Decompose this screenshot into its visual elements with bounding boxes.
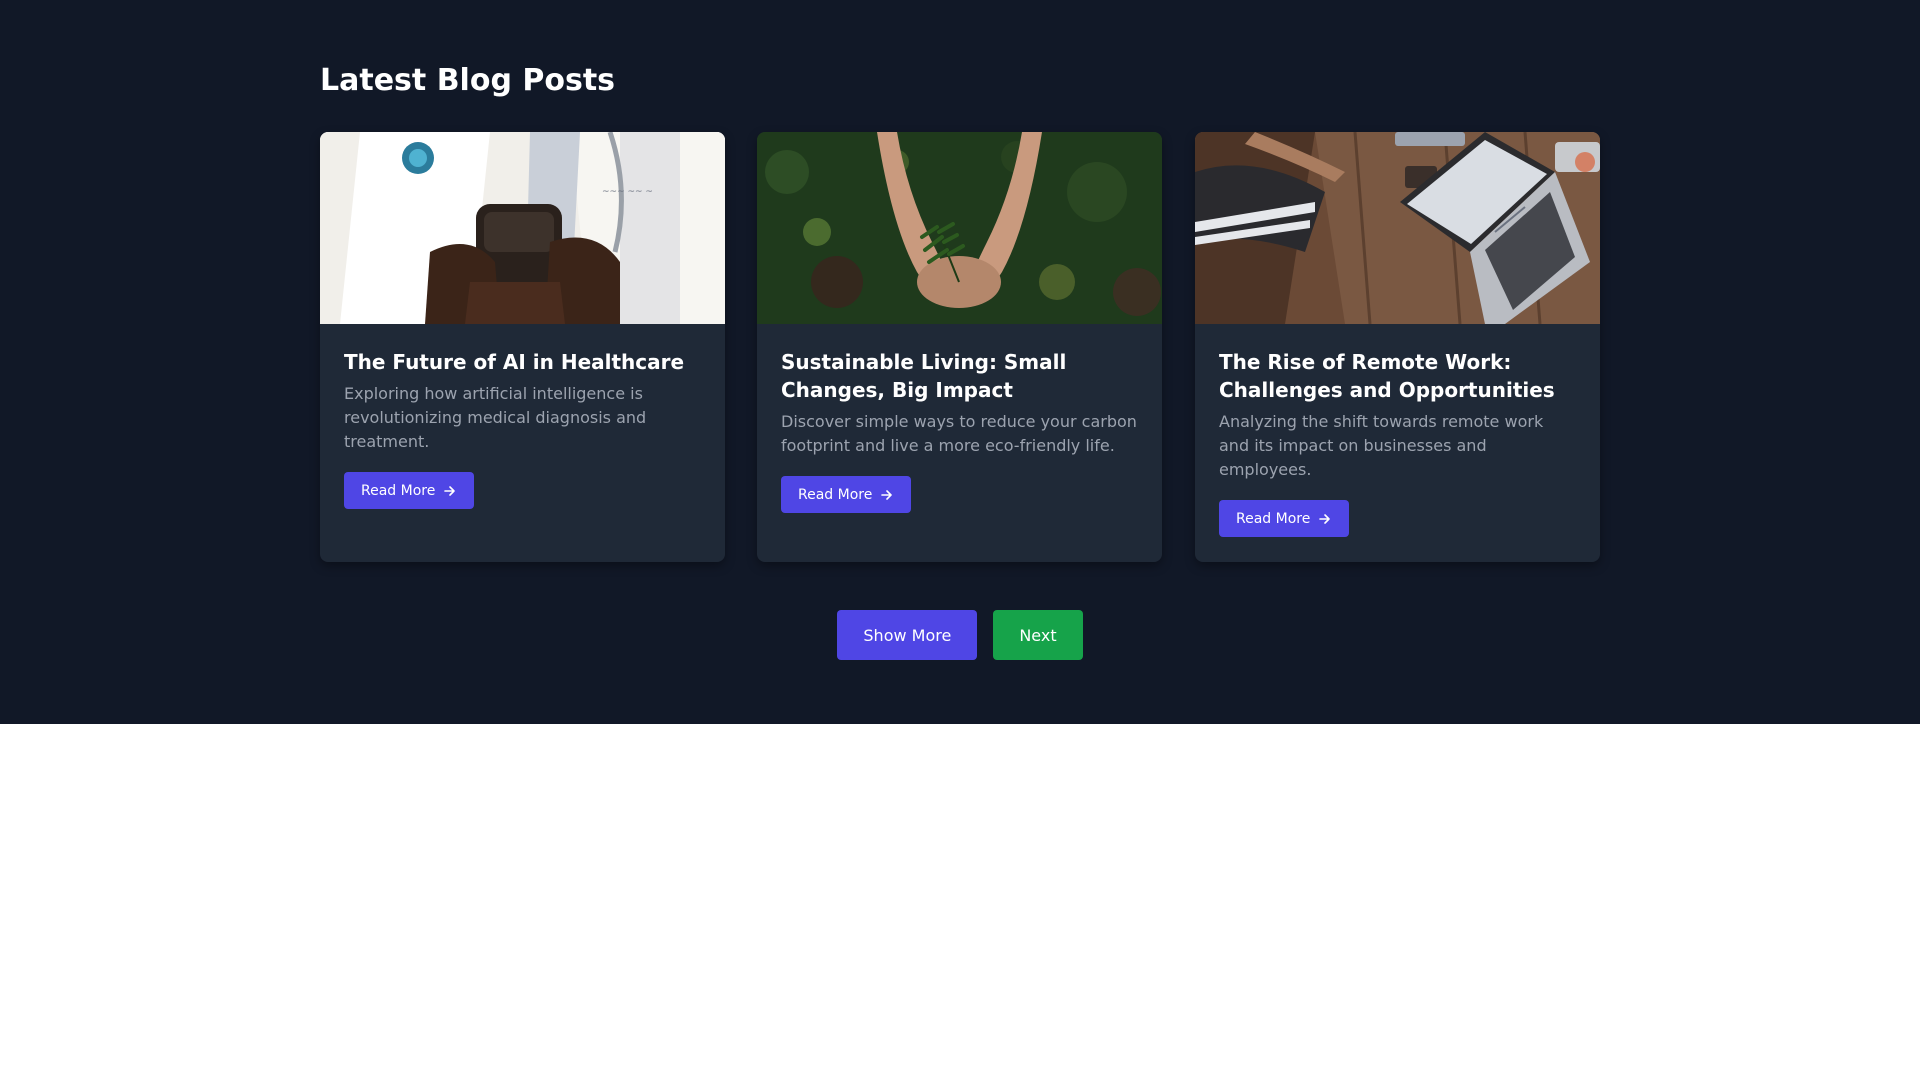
card-title: The Rise of Remote Work: Challenges and … xyxy=(1219,350,1555,402)
next-button[interactable]: Next xyxy=(993,610,1083,660)
card-body: Sustainable Living: Small Changes, Big I… xyxy=(781,348,1138,513)
read-more-label: Read More xyxy=(361,482,436,499)
arrow-right-icon xyxy=(1319,513,1331,524)
blog-card: Sustainable Living: Small Changes, Big I… xyxy=(757,132,1162,562)
blog-card: The Rise of Remote Work: Challenges and … xyxy=(1195,132,1600,562)
section-heading: Latest Blog Posts xyxy=(320,63,616,98)
card-title: Sustainable Living: Small Changes, Big I… xyxy=(781,350,1067,402)
blog-card: ~~~ ~~ ~ The Future of AI in Healthcare … xyxy=(320,132,725,562)
read-more-button[interactable]: Read More xyxy=(781,476,912,513)
card-image-healthcare: ~~~ ~~ ~ xyxy=(320,132,725,324)
card-image-remote-work xyxy=(1195,132,1600,324)
card-image-sustainable xyxy=(757,132,1162,324)
read-more-label: Read More xyxy=(1236,510,1311,527)
read-more-button[interactable]: Read More xyxy=(1219,500,1350,537)
arrow-right-icon xyxy=(881,489,893,500)
arrow-right-icon xyxy=(444,485,456,496)
show-more-button[interactable]: Show More xyxy=(837,610,978,660)
svg-text:~~~ ~~ ~: ~~~ ~~ ~ xyxy=(602,187,653,197)
read-more-label: Read More xyxy=(798,486,873,503)
card-excerpt: Exploring how artificial intelligence is… xyxy=(344,384,647,451)
blog-grid: ~~~ ~~ ~ The Future of AI in Healthcare … xyxy=(320,132,1600,562)
pagination-actions: Show More Next xyxy=(320,610,1600,660)
read-more-button[interactable]: Read More xyxy=(344,472,475,509)
card-excerpt: Analyzing the shift towards remote work … xyxy=(1219,412,1544,479)
blog-section: Latest Blog Posts ~~~ ~~ ~ The Future of… xyxy=(0,0,1920,724)
card-body: The Rise of Remote Work: Challenges and … xyxy=(1219,348,1576,537)
card-body: The Future of AI in Healthcare Exploring… xyxy=(344,348,701,509)
card-excerpt: Discover simple ways to reduce your carb… xyxy=(781,412,1137,455)
card-title: The Future of AI in Healthcare xyxy=(344,350,685,374)
